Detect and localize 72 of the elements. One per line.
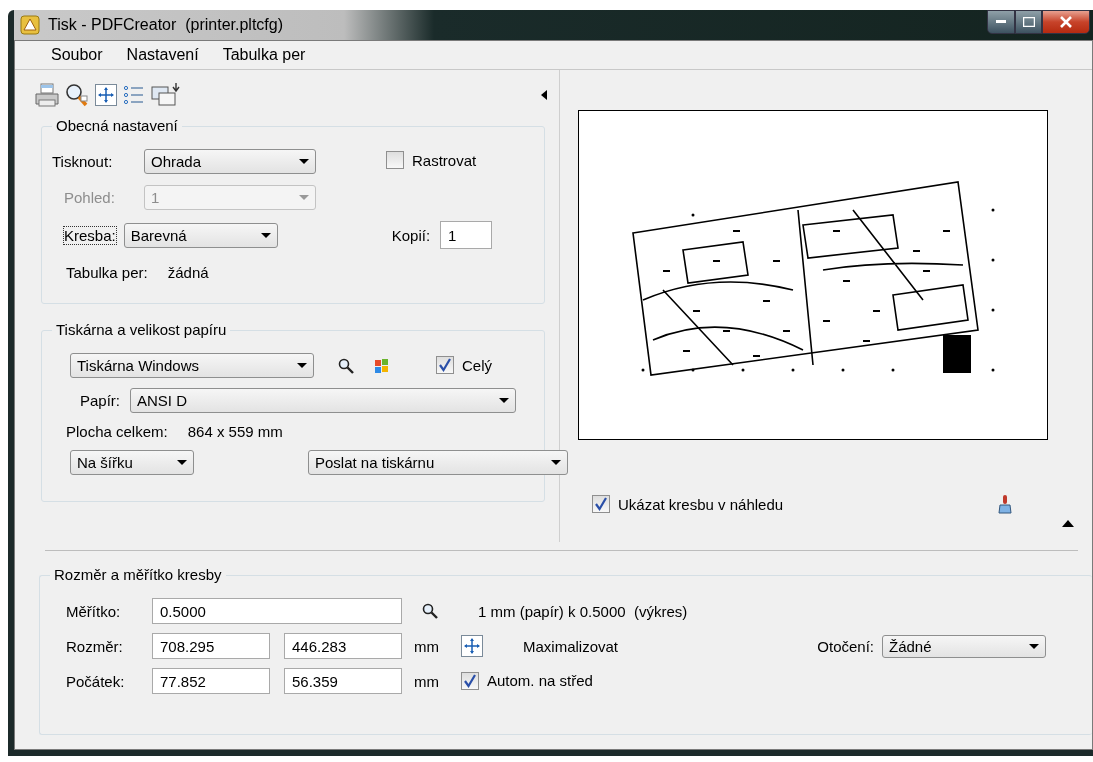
list-icon[interactable] xyxy=(123,84,145,106)
maximize-label: Maximalizovat xyxy=(523,637,619,655)
field-label: Kresba: xyxy=(64,226,116,244)
dropdown-arrow-icon xyxy=(177,460,187,465)
dropdown[interactable]: Na šířku xyxy=(70,450,194,475)
input-field[interactable]: 56.359 xyxy=(284,668,402,694)
minimize-icon xyxy=(996,20,1006,24)
dropdown-arrow-icon xyxy=(260,232,271,238)
search-icon[interactable] xyxy=(422,603,438,619)
field-label: Počátek: xyxy=(66,672,126,690)
menu-item[interactable]: Tabulka per xyxy=(210,46,318,64)
checkbox[interactable] xyxy=(461,671,479,690)
field-value: žádná xyxy=(167,264,209,281)
field-label: Tabulka per: xyxy=(66,264,148,281)
dropdown[interactable]: Poslat na tiskárnu xyxy=(308,450,568,475)
dropdown[interactable]: Tiskárna Windows xyxy=(70,353,314,378)
search-icon[interactable] xyxy=(338,357,354,374)
dropdown[interactable]: Ohrada xyxy=(144,149,316,174)
dropdown-arrow-icon xyxy=(551,460,561,465)
field-value: 864 x 559 mm xyxy=(187,423,283,440)
field-label: Plocha celkem: xyxy=(66,423,168,440)
unit-label: mm xyxy=(414,637,439,655)
unit-label: mm xyxy=(414,672,439,690)
scale-note: 1 mm (papír) k 0.5000 (výkres) xyxy=(478,602,688,620)
field-label: Papír: xyxy=(80,392,121,409)
maximize-button[interactable] xyxy=(1015,10,1042,34)
field-label: Tisknout: xyxy=(52,153,114,170)
menu-item[interactable]: Soubor xyxy=(39,46,115,64)
zoom-icon[interactable] xyxy=(65,82,89,108)
dropdown-arrow-icon xyxy=(499,398,510,403)
checkbox-label: Autom. na střed xyxy=(487,672,593,689)
close-button[interactable] xyxy=(1042,10,1090,34)
input-field[interactable]: 1 xyxy=(440,221,493,249)
move-icon[interactable] xyxy=(95,84,117,106)
field-label: Rozměr: xyxy=(66,637,124,655)
dropdown[interactable]: Žádné xyxy=(882,634,1046,658)
checkbox-label: Celý xyxy=(462,356,492,374)
input-field[interactable]: 708.295 xyxy=(152,633,270,659)
group-title: Rozměr a měřítko kresby xyxy=(50,566,226,583)
dropdown-arrow-icon xyxy=(1029,643,1039,649)
checkbox[interactable] xyxy=(386,151,404,169)
window-title: Tisk - PDFCreator (printer.pltcfg) xyxy=(48,16,283,34)
field-label: Pohled: xyxy=(64,189,116,206)
group-title: Tiskárna a velikost papíru xyxy=(52,321,231,338)
maximize-icon[interactable] xyxy=(461,635,483,657)
dropdown[interactable]: ANSI D xyxy=(130,388,517,413)
dropdown[interactable]: Barevná xyxy=(123,222,278,248)
checkbox-label: Ukázat kresbu v náhledu xyxy=(618,495,784,513)
dropdown-arrow-icon xyxy=(297,363,307,368)
dropdown-arrow-icon xyxy=(299,159,309,164)
field-label: Otočení: xyxy=(817,637,874,655)
field-label: Měřítko: xyxy=(66,602,122,620)
field-label: Kopií: xyxy=(391,226,431,244)
menu-item[interactable]: Nastavení xyxy=(114,46,211,64)
checkbox[interactable] xyxy=(436,356,454,374)
close-icon xyxy=(1060,16,1072,28)
minimize-button[interactable] xyxy=(987,10,1015,34)
input-field[interactable]: 77.852 xyxy=(152,668,270,694)
app-icon xyxy=(20,15,40,35)
dropdown-arrow-icon xyxy=(299,195,309,200)
windows-logo-icon[interactable] xyxy=(374,357,390,374)
maximize-icon xyxy=(1022,17,1035,27)
printer-icon[interactable] xyxy=(35,82,59,108)
expand-arrow-icon[interactable] xyxy=(1062,520,1074,527)
brush-icon[interactable] xyxy=(998,494,1012,514)
collapse-arrow-icon[interactable] xyxy=(541,90,547,100)
input-field[interactable]: 446.283 xyxy=(284,633,402,659)
checkbox-label: Rastrovat xyxy=(412,151,477,169)
checkbox[interactable] xyxy=(592,495,610,513)
input-field[interactable]: 0.5000 xyxy=(152,598,402,624)
group-title: Obecná nastavení xyxy=(52,117,182,134)
windows-icon[interactable] xyxy=(151,82,181,108)
